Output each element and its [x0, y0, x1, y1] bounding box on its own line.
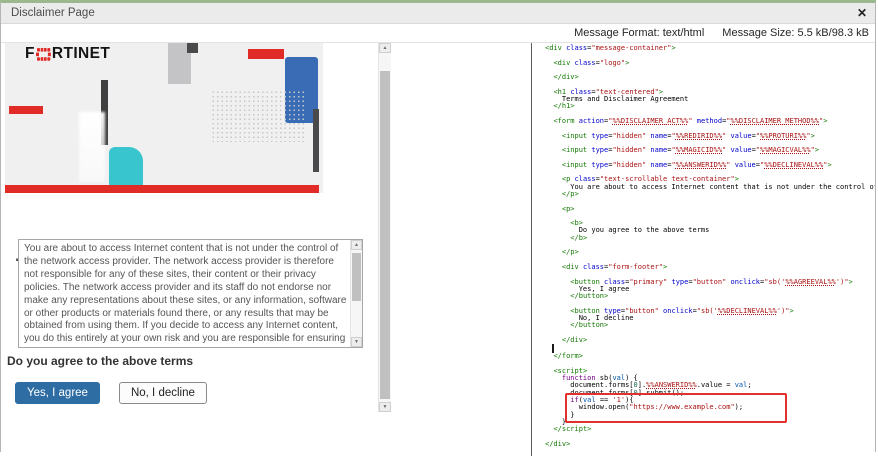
code-line: </p> [545, 191, 875, 198]
titlebar: Disclaimer Page ✕ [1, 3, 875, 24]
banner-shape-red-bar-left [9, 106, 43, 114]
code-line [545, 330, 875, 337]
logo-text-rest: RTINET [52, 45, 110, 63]
close-icon[interactable]: ✕ [857, 7, 867, 19]
message-size-value: 5.5 kB/98.3 kB [797, 27, 869, 39]
code-line [545, 198, 875, 205]
code-line [545, 242, 875, 249]
disclaimer-line: not responsible for any of these sites, … [24, 269, 349, 282]
code-line [545, 67, 875, 74]
disclaimer-line: the network access provider. The network… [24, 256, 349, 269]
preview-button-row: Yes, I agree No, I decline [15, 382, 207, 404]
code-line: </h1> [545, 103, 875, 110]
disclaimer-line: make any representations about these sit… [24, 295, 349, 308]
textbox-scrollbar-thumb[interactable] [352, 253, 361, 301]
disclaimer-line: You are about to access Internet content… [24, 243, 349, 256]
code-line: </div> [545, 441, 875, 448]
modal-content: F RTINET [1, 43, 875, 456]
disclaimer-text: You are about to access Internet content… [24, 243, 349, 345]
message-size: Message Size:5.5 kB/98.3 kB [722, 27, 869, 39]
code-line: </div> [545, 337, 875, 344]
html-code-editor[interactable]: <div class="message-container"> <div cla… [532, 43, 875, 456]
fortinet-logo: F RTINET [25, 45, 110, 63]
banner-shape-white-bar [79, 112, 105, 182]
disclaimer-page-modal: Disclaimer Page ✕ Message Format:text/ht… [0, 0, 876, 452]
disclaimer-line: or other products or materials found the… [24, 308, 349, 321]
banner-shape-dot-grid [211, 90, 305, 142]
preview-scrollbar[interactable]: ▲ ▼ [378, 43, 391, 412]
code-line [545, 213, 875, 220]
window-title: Disclaimer Page [11, 7, 95, 19]
disclaimer-line: you do this entirely at your own risk an… [24, 333, 349, 345]
scroll-up-icon[interactable]: ▲ [351, 240, 362, 250]
scroll-down-icon[interactable]: ▼ [351, 337, 362, 347]
code-line: </script> [545, 426, 875, 433]
code-line: </form> [545, 353, 875, 360]
code-line: </p> [545, 249, 875, 256]
banner-shape-teal-block [109, 147, 143, 187]
code-content[interactable]: <div class="message-container"> <div cla… [532, 43, 875, 448]
scroll-down-icon[interactable]: ▼ [379, 402, 391, 412]
preview-pane: F RTINET [1, 43, 531, 456]
code-line: <p> [545, 206, 875, 213]
message-format-label: Message Format: [574, 27, 660, 39]
code-line: window.open("https://www.example.com"); [545, 404, 875, 411]
message-meta-row: Message Format:text/html Message Size:5.… [1, 24, 875, 43]
code-line: </b> [545, 235, 875, 242]
code-line: <div class="logo"> [545, 60, 875, 67]
code-line [545, 433, 875, 440]
code-line: </button> [545, 322, 875, 329]
scroll-up-icon[interactable]: ▲ [379, 43, 391, 53]
code-line: <form action="%%DISCLAIMER_ACT%%" method… [545, 118, 875, 125]
code-line: } [545, 419, 875, 426]
agree-question-text: Do you agree to the above terms [7, 354, 193, 368]
textbox-scrollbar[interactable]: ▲ ▼ [350, 240, 362, 347]
preview-viewport: F RTINET [1, 43, 378, 456]
code-line: </button> [545, 293, 875, 300]
code-line: <input type="hidden" name="%%ANSWERID%%"… [545, 162, 875, 169]
banner-shape-red-bar-top [248, 49, 284, 59]
code-line: You are about to access Internet content… [545, 184, 875, 191]
code-line: </div> [545, 74, 875, 81]
fortinet-logo-o-icon [36, 48, 51, 61]
decline-button[interactable]: No, I decline [119, 382, 207, 404]
code-line: Do you agree to the above terms [545, 227, 875, 234]
disclaimer-line: obtained from using them. If you decide … [24, 320, 349, 333]
disclaimer-textbox[interactable]: You are about to access Internet content… [18, 239, 363, 348]
preview-scrollbar-thumb[interactable] [380, 71, 390, 399]
message-format-value: text/html [663, 27, 705, 39]
message-size-label: Message Size: [722, 27, 794, 39]
agree-button[interactable]: Yes, I agree [15, 382, 100, 404]
fortinet-banner-graphic: F RTINET [5, 43, 323, 193]
code-line: Terms and Disclaimer Agreement [545, 96, 875, 103]
disclaimer-line: policies. The network access provider an… [24, 282, 349, 295]
code-line [545, 344, 875, 353]
banner-shape-dark-bar-right [313, 109, 319, 172]
code-line: <div class="message-container"> [545, 45, 875, 52]
banner-shape-red-bar-bottom [5, 185, 319, 193]
code-line: <input type="hidden" name="%%REDIRID%%" … [545, 133, 875, 140]
code-line [545, 360, 875, 367]
code-line: <input type="hidden" name="%%MAGICID%%" … [545, 147, 875, 154]
banner-shape-dark-square [187, 43, 198, 53]
message-format: Message Format:text/html [574, 27, 704, 39]
code-line: <div class="form-footer"> [545, 264, 875, 271]
code-line: } [545, 412, 875, 419]
logo-text-f: F [25, 45, 35, 63]
